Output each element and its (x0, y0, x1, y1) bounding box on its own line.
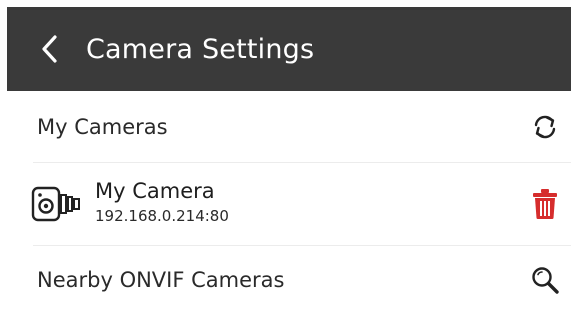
search-icon (532, 266, 559, 294)
refresh-icon (534, 115, 556, 138)
camera-icon (31, 186, 80, 222)
trash-icon (533, 189, 557, 219)
page-title: Camera Settings (86, 33, 315, 65)
back-button[interactable] (20, 7, 80, 91)
nearby-cameras-header: Nearby ONVIF Cameras (7, 246, 571, 313)
camera-name: My Camera (95, 179, 215, 203)
search-button[interactable] (525, 260, 565, 300)
my-cameras-header: My Cameras (7, 91, 571, 162)
camera-address: 192.168.0.214:80 (95, 207, 229, 225)
camera-icon-wrap (31, 184, 83, 224)
delete-camera-button[interactable] (525, 184, 565, 224)
camera-list-item[interactable]: My Camera 192.168.0.214:80 (7, 163, 571, 245)
refresh-button[interactable] (525, 107, 565, 147)
nearby-cameras-label: Nearby ONVIF Cameras (37, 267, 285, 292)
camera-settings-screen: Camera Settings My Cameras My Camera 192… (0, 0, 576, 313)
camera-info: My Camera 192.168.0.214:80 (95, 178, 525, 226)
top-app-bar: Camera Settings (7, 7, 571, 91)
my-cameras-label: My Cameras (37, 114, 168, 139)
chevron-left-icon (42, 35, 57, 63)
